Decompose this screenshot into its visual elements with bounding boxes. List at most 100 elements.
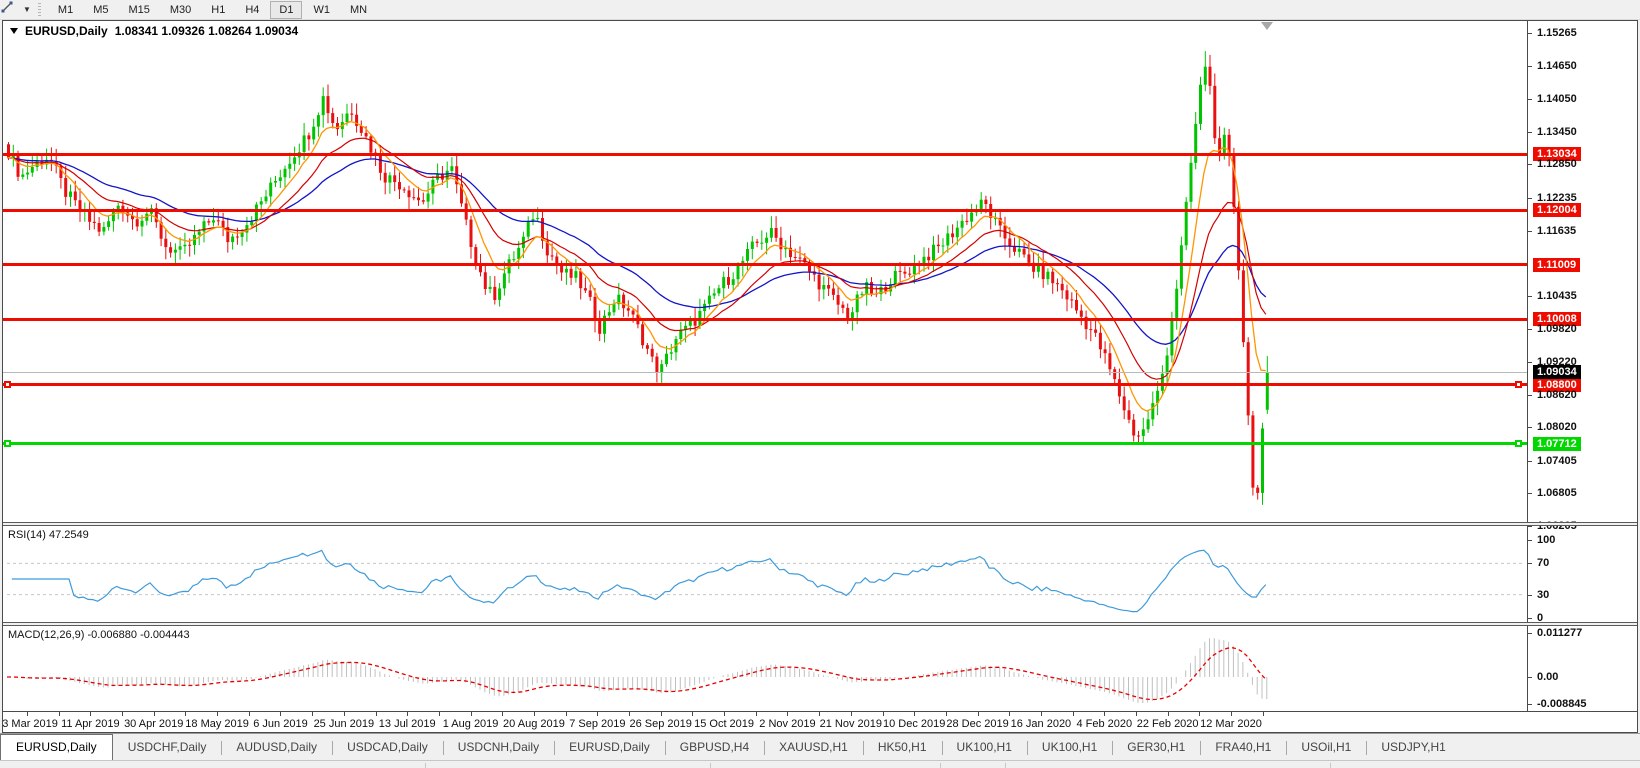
status-mark [710,763,711,768]
timeframe-button-h4[interactable]: H4 [236,1,268,19]
date-axis-tick [883,712,884,716]
axis-tick [1528,595,1532,596]
macd-header: MACD(12,26,9) -0.006880 -0.004443 [8,629,190,641]
timeframe-button-m30[interactable]: M30 [161,1,200,19]
date-axis-label: 25 Jun 2019 [314,718,375,730]
price-pane[interactable]: EURUSD,Daily 1.08341 1.09326 1.08264 1.0… [3,21,1637,522]
chart-ohlc-values: 1.08341 1.09326 1.08264 1.09034 [115,24,299,38]
line-handle[interactable] [4,440,11,447]
axis-tick-label: 1.12235 [1537,192,1577,204]
chart-tab-3[interactable]: USDCAD,Daily [332,737,443,760]
pane-divider[interactable] [3,622,1637,626]
price-axis[interactable]: 1.130341.120041.110091.100081.088001.077… [1527,21,1637,711]
axis-tick-label: 1.09220 [1537,356,1577,368]
chart-window[interactable]: EURUSD,Daily 1.08341 1.09326 1.08264 1.0… [2,20,1638,733]
chart-title-row[interactable]: EURUSD,Daily 1.08341 1.09326 1.08264 1.0… [10,24,298,38]
date-axis-tick [154,712,155,716]
macd-axis-label: -0.008845 [1537,698,1587,710]
horizontal-line-1.13034[interactable] [3,153,1527,156]
date-axis-label: 23 Mar 2019 [3,718,58,730]
chart-title: EURUSD,Daily [25,24,108,38]
chart-tab-9[interactable]: UK100,H1 [942,737,1027,760]
chevron-down-icon[interactable]: ▼ [23,5,31,14]
axis-tick [1528,526,1532,527]
timeframe-button-group: M1M5M15M30H1H4D1W1MN [48,1,377,19]
timeframe-button-m15[interactable]: M15 [119,1,158,19]
line-handle[interactable] [1515,440,1522,447]
line-handle[interactable] [4,381,11,388]
horizontal-line-1.10008[interactable] [3,318,1527,321]
date-axis-label: 2 Nov 2019 [759,718,815,730]
axis-tick [1528,164,1532,165]
date-axis-tick [376,712,377,716]
axis-tick [1528,461,1532,462]
chart-tab-13[interactable]: USOil,H1 [1286,737,1366,760]
timeframe-button-mn[interactable]: MN [341,1,376,19]
date-axis-tick [407,712,408,716]
date-axis-label: 15 Oct 2019 [694,718,754,730]
chart-tab-bar: EURUSD,DailyUSDCHF,DailyAUDUSD,DailyUSDC… [0,733,1640,760]
horizontal-line-1.12004[interactable] [3,209,1527,212]
date-axis-label: 22 Feb 2020 [1137,718,1199,730]
status-strip [0,760,1640,768]
timeframe-button-d1[interactable]: D1 [270,1,302,19]
timeframe-button-m5[interactable]: M5 [84,1,117,19]
date-axis-tick [692,712,693,716]
date-axis-label: 6 Jun 2019 [253,718,307,730]
date-axis-tick [217,712,218,716]
line-handle[interactable] [1515,381,1522,388]
rsi-axis-label: 30 [1537,589,1549,601]
chart-tab-7[interactable]: XAUUSD,H1 [764,737,863,760]
chart-expand-icon[interactable] [10,28,18,34]
date-axis-tick [122,712,123,716]
date-axis-label: 21 Nov 2019 [820,718,882,730]
date-axis-tick [185,712,186,716]
toolbar-grip[interactable] [38,3,41,16]
chart-tab-14[interactable]: USDJPY,H1 [1366,737,1460,760]
date-axis-tick [787,712,788,716]
timeframe-button-w1[interactable]: W1 [304,1,339,19]
date-axis-tick [1041,712,1042,716]
line-studies-icon[interactable] [3,2,23,18]
chart-tab-1[interactable]: USDCHF,Daily [113,737,222,760]
date-axis-tick [534,712,535,716]
pane-divider[interactable] [3,522,1637,526]
current-price-line [3,372,1527,373]
macd-axis-label: 0.011277 [1537,627,1582,639]
timeframe-button-m1[interactable]: M1 [49,1,82,19]
chart-tab-12[interactable]: FRA40,H1 [1200,737,1286,760]
rsi-pane[interactable]: RSI(14) 47.2549 [3,526,1637,622]
date-axis-tick [819,712,820,716]
axis-tick-label: 1.06805 [1537,487,1577,499]
chart-tab-10[interactable]: UK100,H1 [1027,737,1112,760]
timeframe-button-h1[interactable]: H1 [202,1,234,19]
chart-tab-5[interactable]: EURUSD,Daily [554,737,665,760]
chart-tab-6[interactable]: GBPUSD,H4 [665,737,764,760]
macd-chart [3,626,1527,711]
date-axis-tick [1104,712,1105,716]
status-mark [940,763,941,768]
rsi-axis-label: 100 [1537,534,1555,546]
axis-tick [1528,395,1532,396]
hline-price-label: 1.11009 [1533,258,1580,272]
chart-tab-2[interactable]: AUDUSD,Daily [221,737,332,760]
axis-tick [1528,33,1532,34]
horizontal-line-1.11009[interactable] [3,263,1527,266]
date-axis-label: 20 Aug 2019 [503,718,565,730]
date-axis[interactable]: 23 Mar 201911 Apr 201930 Apr 201918 May … [3,711,1637,732]
chart-tab-4[interactable]: USDCNH,Daily [443,737,554,760]
chart-tab-11[interactable]: GER30,H1 [1112,737,1200,760]
horizontal-line-1.07712[interactable] [3,442,1527,445]
axis-tick [1528,99,1532,100]
axis-tick [1528,563,1532,564]
date-axis-tick [1136,712,1137,716]
axis-tick-label: 1.12850 [1537,158,1577,170]
horizontal-line-1.08800[interactable] [3,383,1527,386]
macd-pane[interactable]: MACD(12,26,9) -0.006880 -0.004443 [3,626,1637,711]
chart-tab-8[interactable]: HK50,H1 [863,737,942,760]
status-mark [1005,763,1006,768]
axis-tick [1528,198,1532,199]
axis-tick [1528,540,1532,541]
axis-tick-label: 1.08020 [1537,421,1577,433]
chart-tab-0[interactable]: EURUSD,Daily [0,734,113,760]
